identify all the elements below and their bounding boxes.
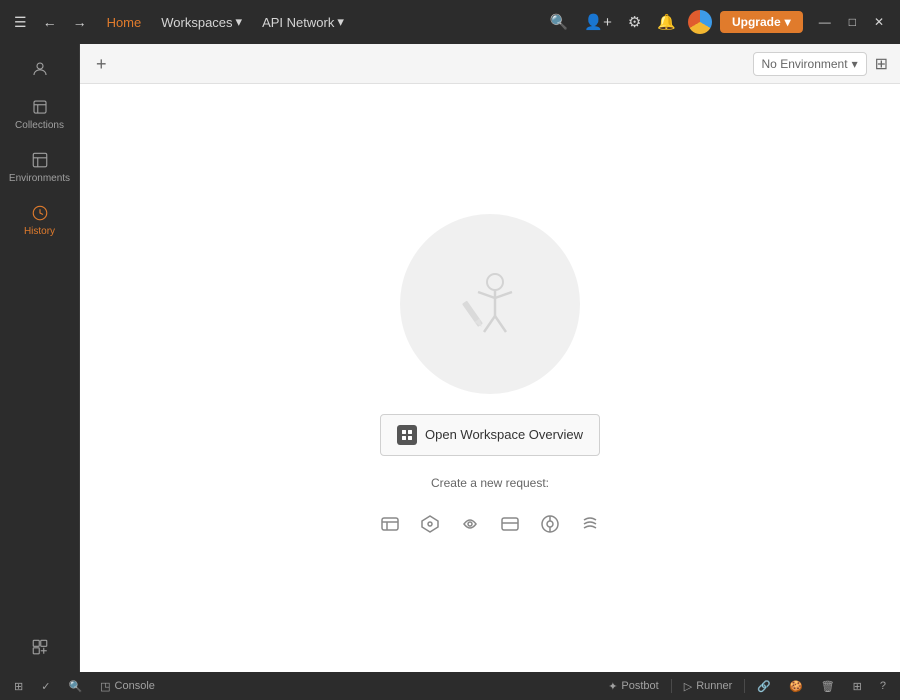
status-divider-2: [744, 679, 745, 693]
websocket-request-icon[interactable]: [496, 510, 524, 543]
postbot-button[interactable]: ✦ Postbot: [602, 678, 665, 695]
mqtt-request-icon[interactable]: [536, 510, 564, 543]
status-divider-1: [671, 679, 672, 693]
cookie-button[interactable]: 🍪: [783, 678, 809, 695]
environment-selector[interactable]: No Environment ▾: [753, 52, 867, 76]
sidebar-item-account[interactable]: [0, 52, 79, 86]
runner-button[interactable]: ▷ Runner: [678, 678, 739, 695]
search-button[interactable]: 🔍: [546, 9, 573, 35]
content-area: + No Environment ▾ ⊞: [80, 44, 900, 672]
invite-button[interactable]: 👤+: [580, 9, 615, 35]
open-workspace-overview-button[interactable]: Open Workspace Overview: [380, 414, 600, 456]
grpc-request-icon[interactable]: [456, 510, 484, 543]
empty-state: Open Workspace Overview Create a new req…: [376, 214, 604, 543]
title-bar: ☰ ← → Home Workspaces ▾ API Network ▾ 🔍 …: [0, 0, 900, 44]
back-button[interactable]: ←: [37, 10, 63, 34]
postbot-label: Postbot: [621, 680, 658, 692]
trash-icon: 🗑: [821, 680, 835, 693]
sidebar: Collections Environments History: [0, 44, 80, 672]
layout-icon: ⊞: [853, 680, 862, 693]
http-request-icon[interactable]: [376, 510, 404, 543]
home-link[interactable]: Home: [99, 11, 150, 34]
check-status-button[interactable]: ✓: [35, 678, 56, 695]
notifications-button[interactable]: 🔔: [653, 9, 680, 35]
empty-illustration: [400, 214, 580, 394]
illustration-graphic: [440, 254, 540, 354]
help-button[interactable]: ?: [874, 678, 892, 694]
forward-button[interactable]: →: [67, 10, 93, 34]
check-icon: ✓: [41, 680, 50, 693]
postbot-icon: ✦: [608, 680, 617, 693]
runner-label: Runner: [696, 680, 732, 692]
bootcamp-icon: ⊞: [14, 680, 23, 693]
link-button[interactable]: 🔗: [751, 678, 777, 695]
link-icon: 🔗: [757, 680, 771, 693]
hamburger-button[interactable]: ☰: [8, 10, 33, 35]
history-label: History: [24, 226, 55, 237]
console-icon: ◳: [100, 680, 110, 693]
request-icons: [376, 510, 604, 543]
console-button[interactable]: ◳ Console: [94, 678, 161, 695]
runner-icon: ▷: [684, 680, 692, 693]
graphql-request-icon[interactable]: [416, 510, 444, 543]
api-network-link[interactable]: API Network ▾: [254, 10, 352, 34]
console-label: Console: [115, 680, 155, 692]
search-status-icon: 🔍: [68, 680, 82, 693]
bootcamp-button[interactable]: ⊞: [8, 678, 29, 695]
trash-button[interactable]: 🗑: [815, 678, 841, 695]
sidebar-item-history[interactable]: History: [0, 196, 79, 245]
help-icon: ?: [880, 680, 886, 692]
environments-label: Environments: [9, 173, 70, 184]
upgrade-chevron: ▾: [785, 15, 791, 29]
workspaces-link[interactable]: Workspaces ▾: [153, 10, 250, 34]
collections-label: Collections: [15, 120, 64, 131]
main-layout: Collections Environments History: [0, 44, 900, 672]
sidebar-item-collections[interactable]: Collections: [0, 90, 79, 139]
upgrade-button[interactable]: Upgrade ▾: [720, 11, 803, 33]
workspaces-chevron: ▾: [236, 14, 243, 30]
layout-button[interactable]: ⊞: [847, 678, 868, 695]
minimize-button[interactable]: —: [811, 11, 839, 33]
sidebar-item-add[interactable]: [0, 630, 79, 664]
new-tab-button[interactable]: +: [88, 51, 115, 77]
tab-bar: + No Environment ▾ ⊞: [80, 44, 900, 84]
grid-view-button[interactable]: ⊞: [871, 50, 892, 78]
api-network-chevron: ▾: [337, 14, 344, 30]
sidebar-item-environments[interactable]: Environments: [0, 143, 79, 192]
close-button[interactable]: ✕: [866, 11, 892, 33]
workspace-icon-box: [397, 425, 417, 445]
status-bar: ⊞ ✓ 🔍 ◳ Console ✦ Postbot ▷ Runner 🔗 🍪: [0, 672, 900, 700]
cookie-icon: 🍪: [789, 680, 803, 693]
create-request-label: Create a new request:: [431, 476, 549, 490]
postman-logo: [688, 10, 712, 34]
main-content: Open Workspace Overview Create a new req…: [80, 84, 900, 672]
env-selector-chevron: ▾: [852, 57, 858, 71]
socketio-request-icon[interactable]: [576, 510, 604, 543]
open-workspace-label: Open Workspace Overview: [425, 427, 583, 442]
env-selector-label: No Environment: [762, 57, 848, 71]
workspace-icon: [401, 429, 413, 441]
maximize-button[interactable]: □: [841, 11, 864, 33]
search-status-button[interactable]: 🔍: [62, 678, 88, 695]
settings-button[interactable]: ⚙: [624, 9, 645, 35]
